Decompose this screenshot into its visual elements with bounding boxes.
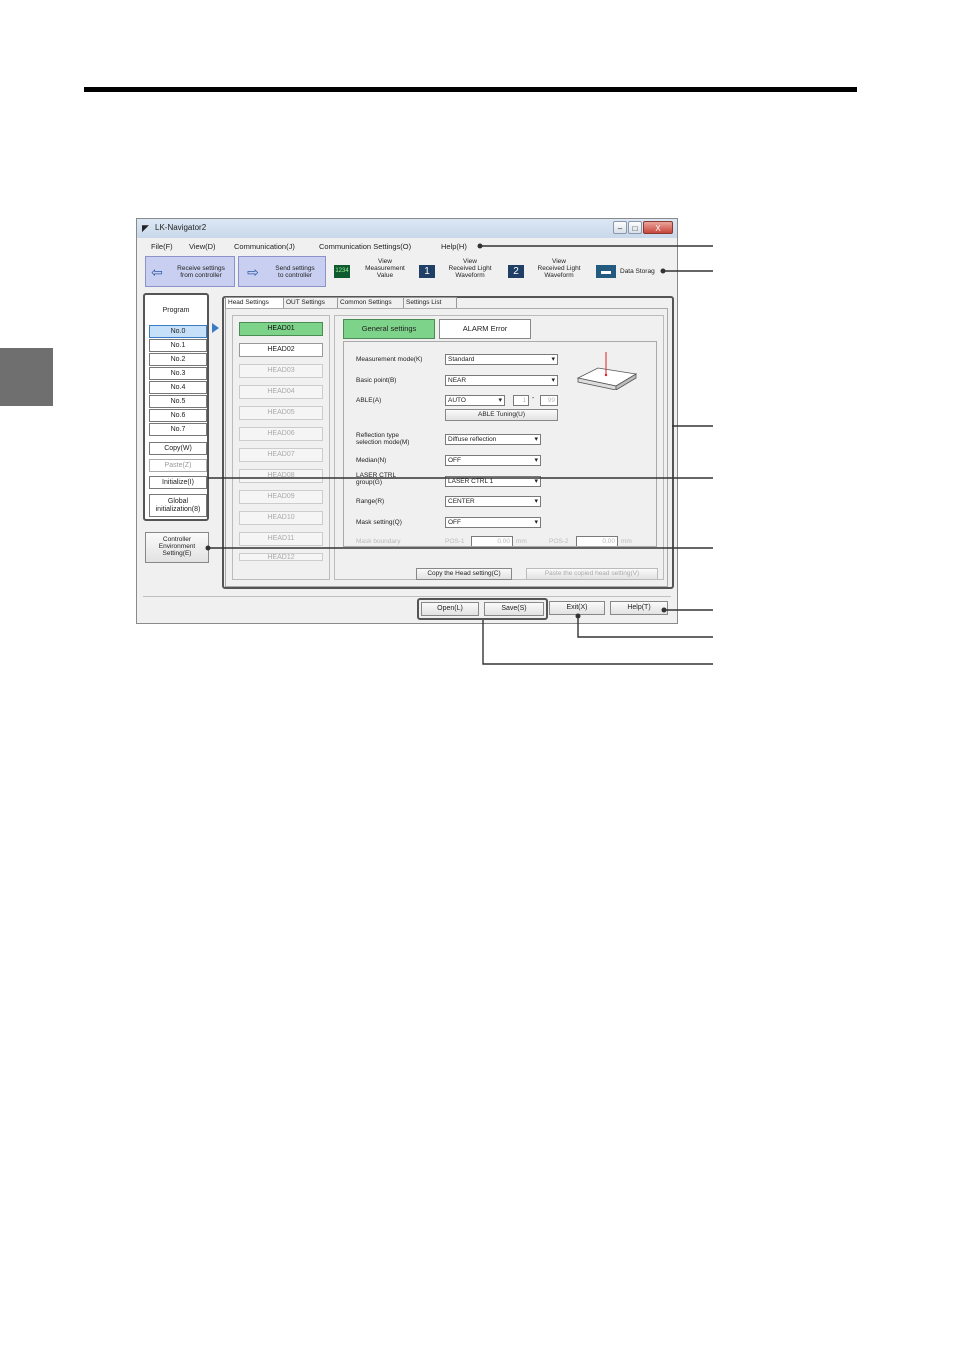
callout-lines [205,243,713,665]
callout-exit-button [577,616,713,638]
callout-open-save [482,620,713,665]
